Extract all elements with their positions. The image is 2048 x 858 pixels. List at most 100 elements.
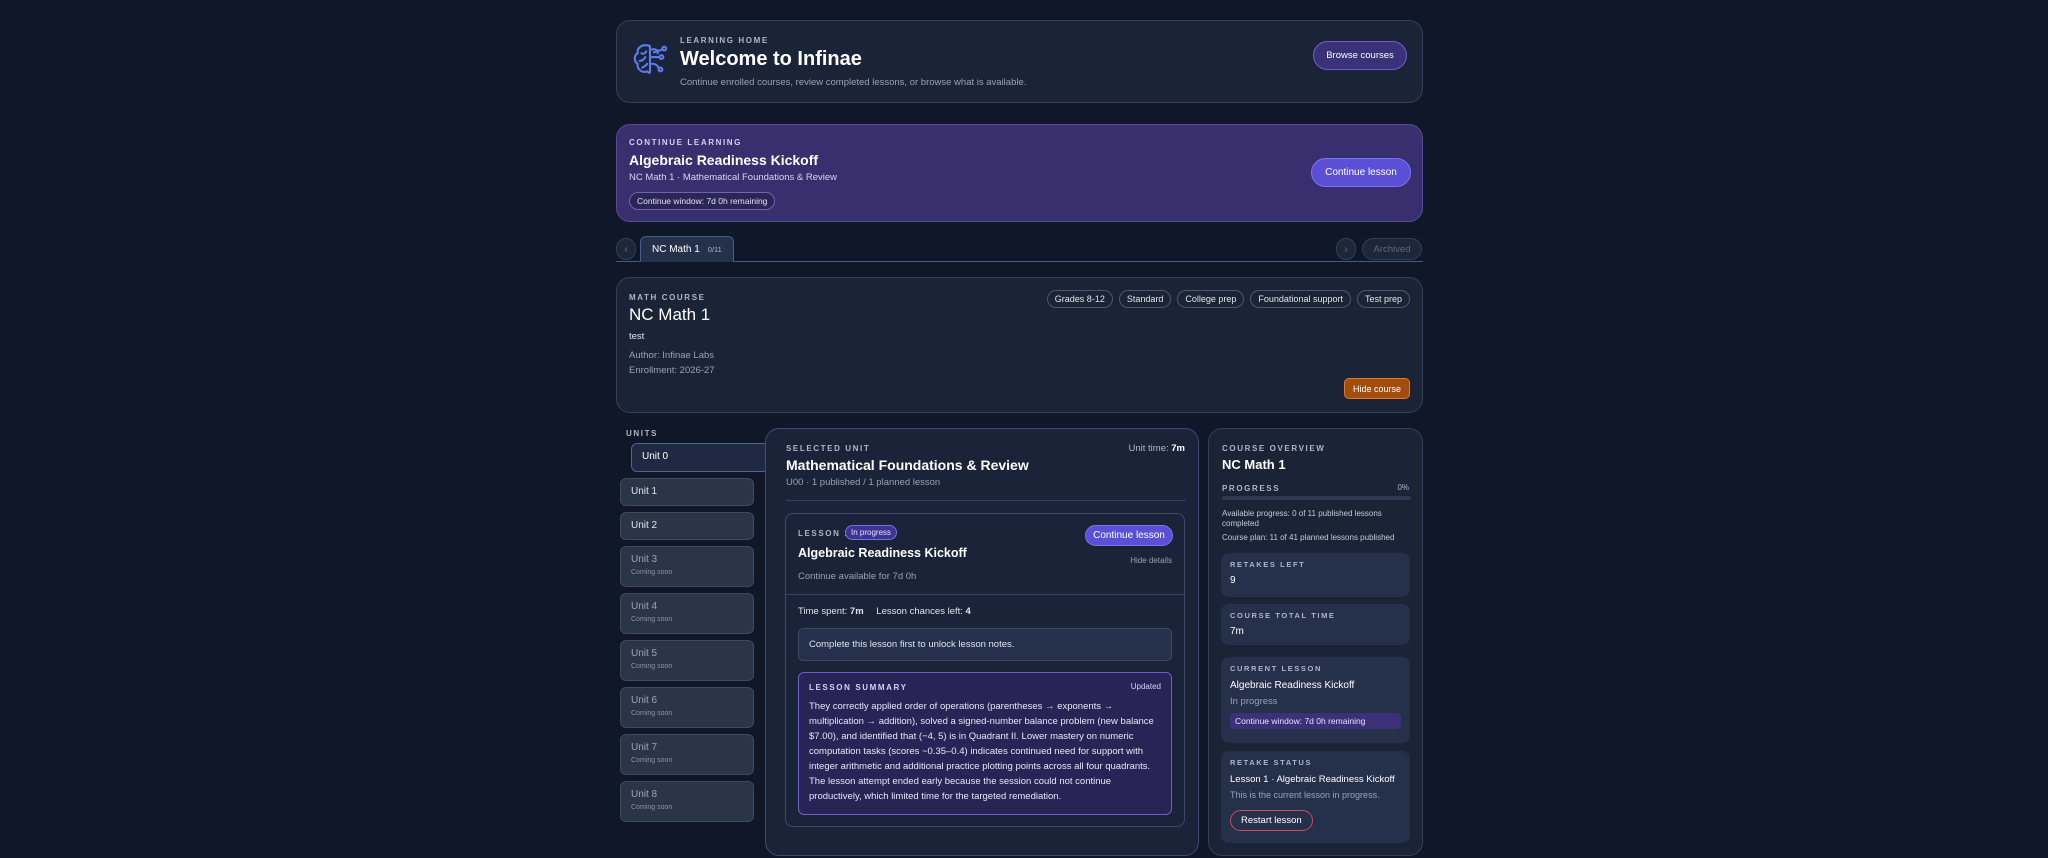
unit-item-3[interactable]: Unit 3 Coming soon xyxy=(620,546,754,587)
summary-updated-badge: Updated xyxy=(1130,682,1161,691)
selected-unit-title: Mathematical Foundations & Review xyxy=(786,457,1029,473)
tab-label: NC Math 1 xyxy=(652,244,700,255)
summary-eyebrow: LESSON SUMMARY xyxy=(809,683,908,692)
unit-label: Unit 1 xyxy=(631,486,658,497)
course-author: Author: Infinae Labs xyxy=(629,350,715,361)
current-lesson-title: Algebraic Readiness Kickoff xyxy=(1230,680,1355,691)
total-time-label: COURSE TOTAL TIME xyxy=(1230,611,1336,620)
course-enrollment: Enrollment: 2026-27 xyxy=(629,365,715,376)
hide-course-button[interactable]: Hide course xyxy=(1344,378,1410,399)
unit-time-value: 7m xyxy=(1171,443,1185,454)
course-eyebrow: MATH COURSE xyxy=(629,293,706,302)
status-badge: In progress xyxy=(845,525,898,540)
browse-courses-button[interactable]: Browse courses xyxy=(1313,41,1407,70)
current-lesson-label: CURRENT LESSON xyxy=(1230,664,1322,673)
unit-label: Unit 3 xyxy=(631,554,658,565)
tag-pill: Test prep xyxy=(1356,290,1410,308)
retakes-left-box: RETAKES LEFT 9 xyxy=(1221,553,1410,597)
current-lesson-box: CURRENT LESSON Algebraic Readiness Kicko… xyxy=(1221,657,1410,743)
progress-label: PROGRESS xyxy=(1222,484,1281,493)
chances-label: Lesson chances left: xyxy=(876,606,963,617)
unit-status: Coming soon xyxy=(631,757,673,764)
tag-pill: Grades 8-12 xyxy=(1046,290,1113,308)
course-plan: Course plan: 11 of 41 planned lessons pu… xyxy=(1222,533,1395,542)
unit-time: Unit time: 7m xyxy=(1129,443,1186,454)
retakes-value: 9 xyxy=(1230,575,1236,586)
tab-nc-math-1[interactable]: NC Math 1 0/11 xyxy=(640,236,734,262)
lesson-availability: Continue available for 7d 0h xyxy=(798,571,917,582)
total-time-value: 7m xyxy=(1230,626,1244,637)
retake-status-title: Lesson 1 · Algebraic Readiness Kickoff xyxy=(1230,774,1395,785)
unit-status: Coming soon xyxy=(631,710,673,717)
unit-label: Unit 2 xyxy=(631,520,658,531)
time-spent-label: Time spent: xyxy=(798,606,848,617)
lesson-title: Algebraic Readiness Kickoff xyxy=(798,546,967,560)
tag-pill: College prep xyxy=(1177,290,1245,308)
continue-lesson-subtitle: NC Math 1 · Mathematical Foundations & R… xyxy=(629,172,838,183)
lesson-card: LESSON 1 In progress Algebraic Readiness… xyxy=(785,513,1185,827)
continue-eyebrow: CONTINUE LEARNING xyxy=(629,138,742,147)
unit-item-5[interactable]: Unit 5 Coming soon xyxy=(620,640,754,681)
retakes-label: RETAKES LEFT xyxy=(1230,560,1306,569)
overview-eyebrow: COURSE OVERVIEW xyxy=(1222,444,1326,453)
unit-item-2[interactable]: Unit 2 xyxy=(620,512,754,540)
unit-label: Unit 8 xyxy=(631,789,658,800)
course-tabs: ‹ NC Math 1 0/11 › Archived xyxy=(616,236,1423,262)
course-title: NC Math 1 xyxy=(629,305,711,324)
unit-status: Coming soon xyxy=(631,663,673,670)
continue-learning-card: CONTINUE LEARNING Algebraic Readiness Ki… xyxy=(616,124,1423,222)
unit-status: Coming soon xyxy=(631,569,673,576)
tag-pill: Standard xyxy=(1118,290,1172,308)
retake-status-label: RETAKE STATUS xyxy=(1230,758,1313,767)
time-spent-value: 7m xyxy=(849,606,864,617)
unit-label: Unit 6 xyxy=(631,695,658,706)
course-card: MATH COURSE NC Math 1 test Author: Infin… xyxy=(616,277,1423,413)
unit-item-6[interactable]: Unit 6 Coming soon xyxy=(620,687,754,728)
tab-count: 0/11 xyxy=(707,245,722,254)
summary-text: They correctly applied order of operatio… xyxy=(809,701,1154,802)
unit-item-8[interactable]: Unit 8 Coming soon xyxy=(620,781,754,822)
course-tags: Grades 8-12 Standard College prep Founda… xyxy=(1046,290,1410,308)
continue-window-badge: Continue window: 7d 0h remaining xyxy=(629,192,776,210)
lesson-continue-button[interactable]: Continue lesson xyxy=(1085,525,1173,546)
units-heading: UNITS xyxy=(626,429,658,438)
continue-lesson-button[interactable]: Continue lesson xyxy=(1311,158,1411,187)
tabs-next-icon[interactable]: › xyxy=(1336,238,1356,260)
unit-label: Unit 7 xyxy=(631,742,658,753)
page-title: Welcome to Infinae xyxy=(680,48,862,70)
tabs-prev-icon[interactable]: ‹ xyxy=(616,238,636,260)
hide-details-link[interactable]: Hide details xyxy=(1130,556,1172,565)
retake-status-text: This is the current lesson in progress. xyxy=(1230,790,1380,800)
unit-label: Unit 5 xyxy=(631,648,658,659)
course-total-time-box: COURSE TOTAL TIME 7m xyxy=(1221,604,1410,645)
retake-status-box: RETAKE STATUS Lesson 1 · Algebraic Readi… xyxy=(1221,751,1410,843)
unit-status: Coming soon xyxy=(631,804,673,811)
lesson-summary: LESSON SUMMARY Updated They correctly ap… xyxy=(798,672,1172,815)
lesson-stats: Time spent: 7m Lesson chances left: 4 xyxy=(798,606,971,617)
progress-bar xyxy=(1222,496,1411,500)
progress-value: 0% xyxy=(1397,483,1409,492)
divider xyxy=(786,594,1184,595)
unit-item-1[interactable]: Unit 1 xyxy=(620,478,754,506)
unit-item-7[interactable]: Unit 7 Coming soon xyxy=(620,734,754,775)
chances-value: 4 xyxy=(965,606,971,617)
unit-item-4[interactable]: Unit 4 Coming soon xyxy=(620,593,754,634)
continue-lesson-title: Algebraic Readiness Kickoff xyxy=(629,152,819,168)
selected-unit-eyebrow: SELECTED UNIT xyxy=(786,444,871,453)
overview-title: NC Math 1 xyxy=(1222,457,1286,472)
brain-icon xyxy=(633,44,668,74)
tabs-divider xyxy=(616,261,1423,262)
current-lesson-status: In progress xyxy=(1230,696,1278,707)
current-lesson-window: Continue window: 7d 0h remaining xyxy=(1230,713,1401,729)
welcome-header: LEARNING HOME Welcome to Infinae Continu… xyxy=(616,20,1423,103)
archived-tab[interactable]: Archived xyxy=(1362,238,1422,260)
unit-status: Coming soon xyxy=(631,616,673,623)
course-description: test xyxy=(629,331,645,342)
notes-locked-message: Complete this lesson first to unlock les… xyxy=(798,628,1172,661)
divider xyxy=(786,500,1186,501)
available-progress: Available progress: 0 of 11 published le… xyxy=(1222,509,1382,528)
header-subtitle: Continue enrolled courses, review comple… xyxy=(680,77,1027,88)
lesson-eyebrow: LESSON 1 xyxy=(798,529,851,538)
unit-item-0[interactable]: Unit 0 xyxy=(631,443,769,472)
restart-lesson-button[interactable]: Restart lesson xyxy=(1230,810,1313,831)
